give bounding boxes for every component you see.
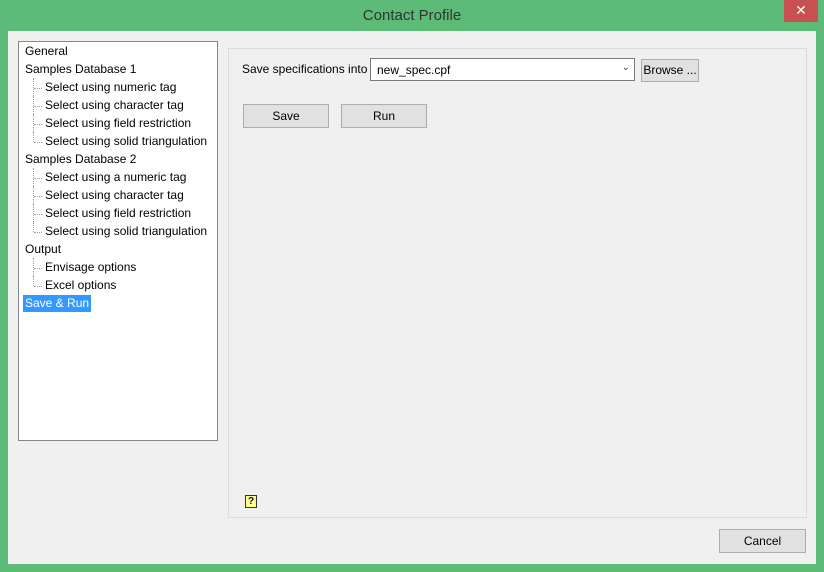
tree-connector bbox=[34, 232, 42, 233]
navigation-tree[interactable]: General Samples Database 1 Select using nu… bbox=[18, 41, 218, 441]
tree-connector bbox=[34, 142, 42, 143]
file-value: new_spec.cpf bbox=[377, 63, 451, 77]
specification-file-combo[interactable]: new_spec.cpf ⌄ bbox=[370, 58, 635, 81]
tree-connector bbox=[34, 268, 42, 269]
tree-connector bbox=[34, 88, 42, 89]
tree-connector bbox=[33, 168, 34, 186]
tree-connector bbox=[34, 214, 42, 215]
tree-connector bbox=[34, 124, 42, 125]
tree-connector bbox=[33, 132, 34, 142]
tree-subitem[interactable]: Select using character tag bbox=[43, 187, 186, 204]
help-icon[interactable]: ? bbox=[245, 495, 257, 508]
tree-subitem[interactable]: Envisage options bbox=[43, 259, 138, 276]
browse-button[interactable]: Browse ... bbox=[641, 59, 699, 82]
tree-connector bbox=[34, 196, 42, 197]
tree-connector bbox=[33, 78, 34, 96]
chevron-down-icon[interactable]: ⌄ bbox=[622, 62, 630, 73]
tree-subitem[interactable]: Select using field restriction bbox=[43, 205, 193, 222]
tree-subitem[interactable]: Select using field restriction bbox=[43, 115, 193, 132]
tree-connector bbox=[33, 114, 34, 132]
tree-item[interactable]: Samples Database 1 bbox=[23, 61, 138, 78]
cancel-button[interactable]: Cancel bbox=[719, 529, 806, 553]
tree-connector bbox=[33, 204, 34, 222]
tree-connector bbox=[34, 106, 42, 107]
tree-item[interactable]: Save & Run bbox=[23, 295, 92, 312]
tree-item[interactable]: General bbox=[23, 43, 70, 60]
close-button[interactable]: ✕ bbox=[784, 0, 818, 22]
window-title: Contact Profile bbox=[362, 7, 462, 24]
run-button[interactable]: Run bbox=[341, 104, 427, 128]
tree-subitem[interactable]: Select using solid triangulation bbox=[43, 223, 209, 240]
tree-subitem[interactable]: Select using a numeric tag bbox=[43, 169, 188, 186]
tree-item[interactable]: Samples Database 2 bbox=[23, 151, 138, 168]
tree-item[interactable]: Output bbox=[23, 241, 63, 258]
tree-connector bbox=[33, 222, 34, 232]
tree-connector bbox=[33, 258, 34, 276]
tree-connector bbox=[33, 96, 34, 114]
tree-subitem[interactable]: Select using solid triangulation bbox=[43, 133, 209, 150]
tree-subitem[interactable]: Excel options bbox=[43, 277, 118, 294]
tree-connector bbox=[34, 286, 42, 287]
save-button[interactable]: Save bbox=[243, 104, 329, 128]
tree-connector bbox=[33, 186, 34, 204]
tree-subitem[interactable]: Select using numeric tag bbox=[43, 79, 178, 96]
tree-connector bbox=[34, 178, 42, 179]
tree-subitem[interactable]: Select using character tag bbox=[43, 97, 186, 114]
tree-connector bbox=[33, 276, 34, 286]
save-specifications-label: Save specifications into bbox=[242, 62, 368, 76]
